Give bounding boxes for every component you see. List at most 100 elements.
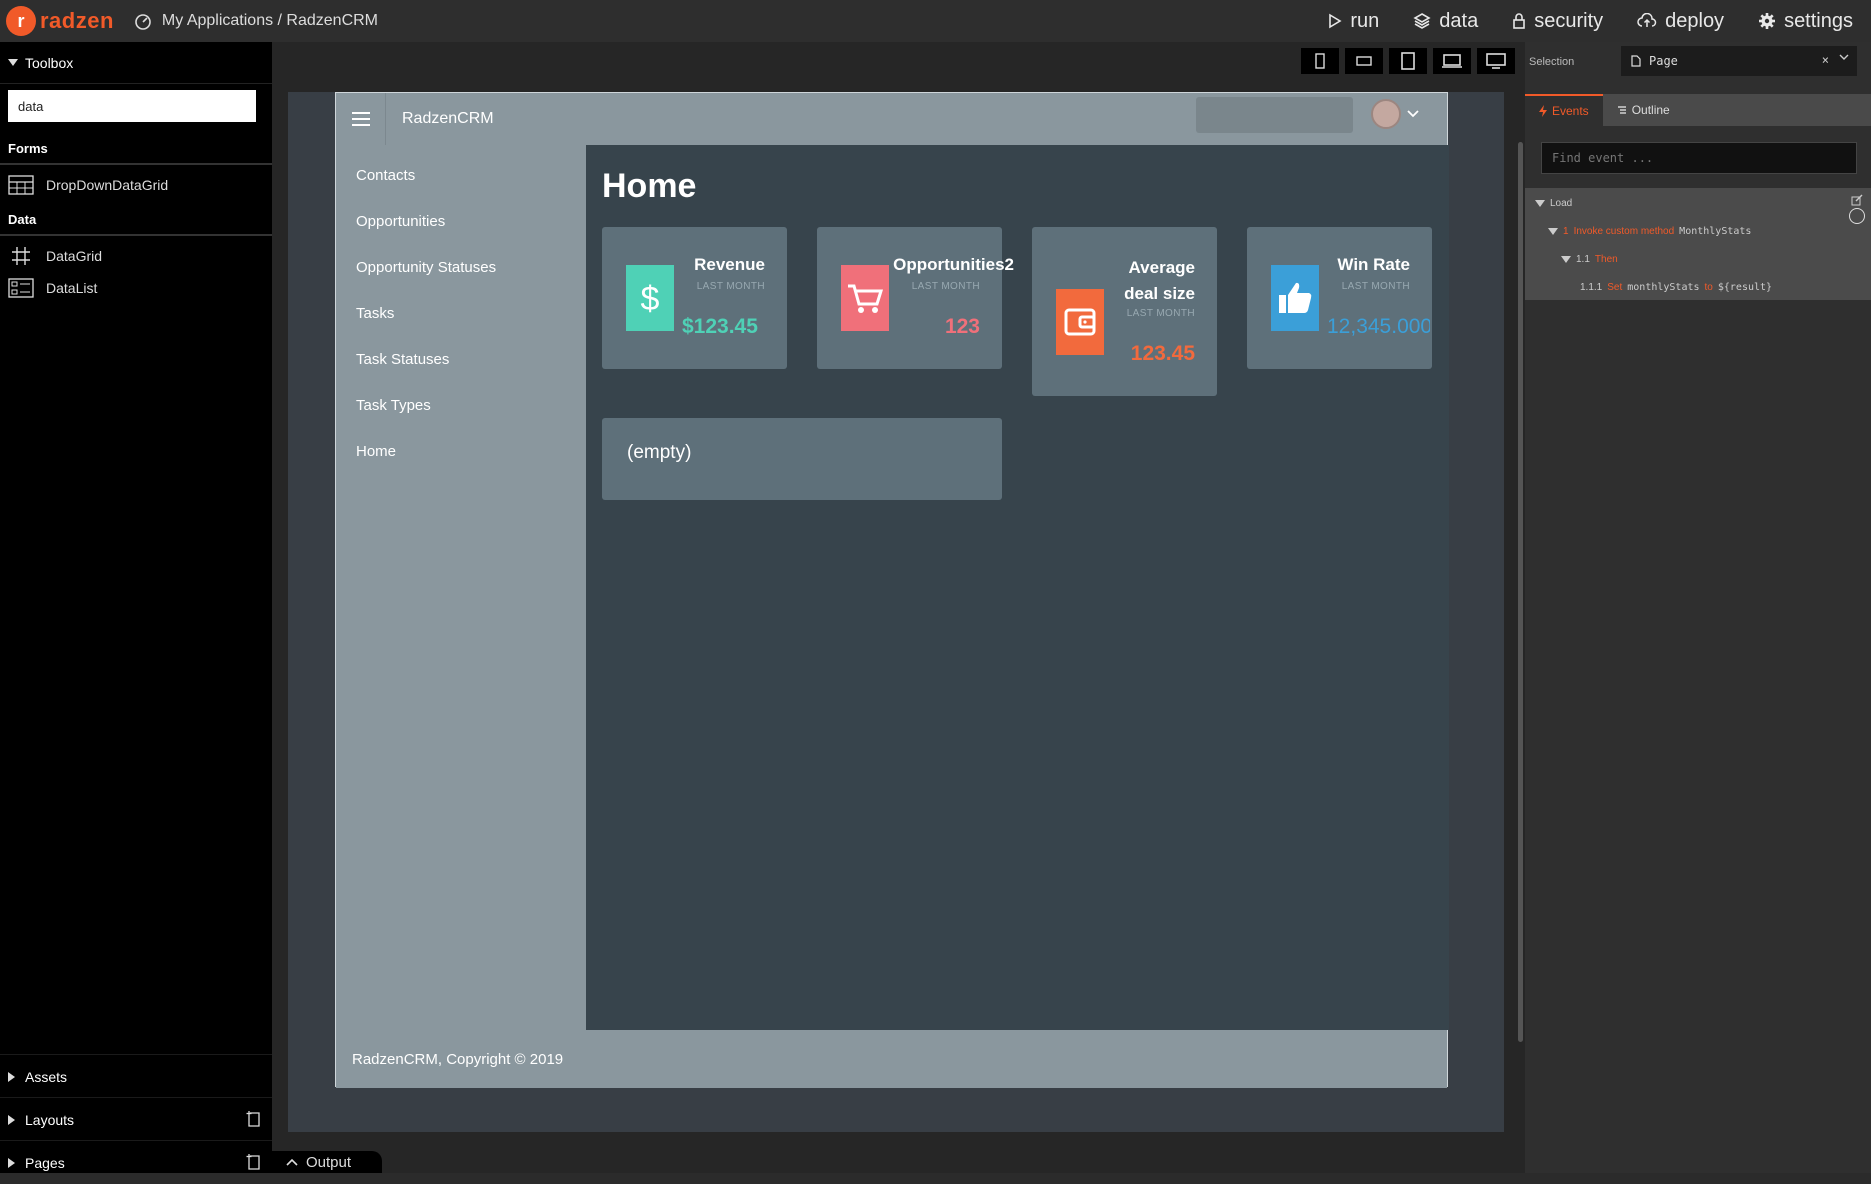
sidebar-item-tasks[interactable]: Tasks: [356, 305, 394, 322]
toolbox-item-datagrid[interactable]: DataGrid: [8, 246, 102, 266]
card-subtitle: LAST MONTH: [911, 281, 980, 292]
divider: [0, 163, 272, 165]
gear-icon: [1759, 13, 1776, 29]
card-value: 12,345.000%: [1327, 315, 1430, 338]
toolbox-item-datalist[interactable]: DataList: [8, 278, 97, 298]
tablet-portrait-button[interactable]: [1389, 48, 1427, 74]
dollar-icon: $: [626, 265, 674, 331]
step-label: Then: [1594, 254, 1618, 265]
step-number: 1.1: [1576, 254, 1590, 265]
expand-icon: [8, 1157, 15, 1168]
sidebar-item-opportunity-statuses[interactable]: Opportunity Statuses: [356, 259, 496, 276]
dropdown-grid-icon: [8, 175, 34, 195]
card-title: Average deal size: [1124, 255, 1195, 307]
clear-selection-icon[interactable]: ×: [1822, 53, 1829, 67]
average-deal-size-card[interactable]: Average deal size LAST MONTH 123.45: [1032, 227, 1217, 396]
card-title: Opportunities2: [893, 255, 1014, 274]
card-value: $123.45: [682, 315, 758, 338]
card-title: Win Rate: [1337, 255, 1410, 274]
data-button[interactable]: data: [1413, 10, 1478, 33]
phone-portrait-button[interactable]: [1301, 48, 1339, 74]
selection-dropdown[interactable]: Page ×: [1621, 46, 1857, 76]
toolbox-header[interactable]: Toolbox: [0, 42, 272, 84]
add-page-icon[interactable]: [246, 1153, 262, 1171]
event-step-invoke[interactable]: 1 Invoke custom method MonthlyStats: [1548, 226, 1751, 237]
page-title: Home: [602, 167, 697, 205]
sidebar-item-task-statuses[interactable]: Task Statuses: [356, 351, 449, 368]
cart-icon: [841, 265, 889, 331]
app-sidebar: Contacts Opportunities Opportunity Statu…: [336, 145, 586, 1030]
deploy-button[interactable]: deploy: [1637, 10, 1724, 33]
tab-label: Events: [1552, 104, 1589, 118]
avatar: [1371, 99, 1401, 129]
output-label: Output: [306, 1153, 352, 1171]
card-subtitle: LAST MONTH: [696, 281, 765, 292]
phone-landscape-button[interactable]: [1345, 48, 1383, 74]
step-value: ${result}: [1717, 282, 1773, 293]
sidebar-item-task-types[interactable]: Task Types: [356, 397, 431, 414]
canvas-scrollbar[interactable]: [1518, 142, 1523, 1042]
revenue-card[interactable]: $ Revenue LAST MONTH $123.45: [602, 227, 787, 369]
header-search-box[interactable]: [1196, 97, 1353, 133]
event-step-then[interactable]: 1.1 Then: [1561, 254, 1618, 265]
desktop-icon: [1486, 53, 1506, 69]
event-step-set[interactable]: 1.1.1 Set monthlyStats to ${result}: [1580, 282, 1772, 293]
hamburger-icon: [351, 112, 370, 126]
edit-icon[interactable]: [1851, 194, 1863, 206]
cursor-indicator: [1849, 208, 1865, 224]
step-method: MonthlyStats: [1679, 226, 1752, 237]
find-event-input[interactable]: [1541, 142, 1857, 174]
breadcrumb-text: My Applications / RadzenCRM: [161, 12, 379, 29]
list-icon: [8, 278, 34, 298]
opportunities-card[interactable]: Opportunities2 LAST MONTH 123: [817, 227, 1014, 369]
security-button[interactable]: security: [1512, 10, 1603, 33]
top-bar: r radzen My Applications / RadzenCRM run…: [0, 0, 1871, 42]
toolbox-layouts[interactable]: Layouts: [0, 1097, 272, 1141]
pages-label: Pages: [25, 1154, 65, 1171]
tab-outline[interactable]: Outline: [1603, 94, 1684, 126]
toolbox-search-input[interactable]: [8, 90, 256, 122]
selection-value: Page: [1649, 54, 1678, 68]
profile-menu[interactable]: [1371, 99, 1419, 129]
section-forms-label: Forms: [8, 141, 48, 156]
sidebar-toggle[interactable]: [336, 93, 386, 145]
toolbox-item-label: DataGrid: [46, 248, 103, 264]
deploy-label: deploy: [1665, 9, 1725, 32]
laptop-button[interactable]: [1433, 48, 1471, 74]
chevron-down-icon[interactable]: [1839, 54, 1849, 62]
run-button[interactable]: run: [1328, 10, 1379, 33]
radzen-logo[interactable]: r radzen: [6, 6, 114, 36]
data-label: data: [1439, 9, 1479, 32]
chevron-down-icon: [1407, 110, 1419, 118]
tab-events[interactable]: Events: [1525, 94, 1603, 126]
phone-portrait-icon: [1315, 53, 1325, 69]
toolbox-pages[interactable]: Pages: [0, 1140, 272, 1184]
laptop-icon: [1442, 54, 1462, 68]
event-load[interactable]: Load: [1535, 198, 1572, 209]
thumbs-up-icon: [1271, 265, 1319, 331]
expand-icon: [8, 1071, 15, 1082]
breadcrumb[interactable]: My Applications / RadzenCRM: [134, 12, 378, 30]
tab-label: Outline: [1631, 103, 1670, 117]
toolbox-item-label: DropDownDataGrid: [46, 177, 169, 193]
output-panel-toggle[interactable]: Output: [272, 1151, 382, 1173]
win-rate-card[interactable]: Win Rate LAST MONTH 12,345.000%: [1247, 227, 1432, 369]
add-layout-icon[interactable]: [246, 1110, 262, 1128]
step-target: monthlyStats: [1627, 282, 1700, 293]
logo-badge: r: [6, 6, 36, 36]
toolbox-title: Toolbox: [25, 54, 74, 71]
desktop-button[interactable]: [1477, 48, 1515, 74]
toolbox-item-dropdowndatagrid[interactable]: DropDownDataGrid: [8, 175, 168, 195]
empty-datalist[interactable]: (empty): [602, 418, 1002, 500]
sidebar-item-contacts[interactable]: Contacts: [356, 167, 415, 184]
wallet-icon: [1056, 289, 1104, 355]
assets-label: Assets: [25, 1068, 68, 1085]
sidebar-item-home[interactable]: Home: [356, 443, 396, 460]
top-nav: run data security deploy settings: [1328, 0, 1853, 42]
toolbox-assets[interactable]: Assets: [0, 1054, 272, 1098]
settings-button[interactable]: settings: [1758, 10, 1853, 33]
event-tree: Load 1 Invoke custom method MonthlyStats…: [1525, 188, 1871, 300]
card-value: 123.45: [1130, 342, 1195, 365]
sidebar-item-opportunities[interactable]: Opportunities: [356, 213, 445, 230]
lock-icon: [1513, 13, 1526, 29]
